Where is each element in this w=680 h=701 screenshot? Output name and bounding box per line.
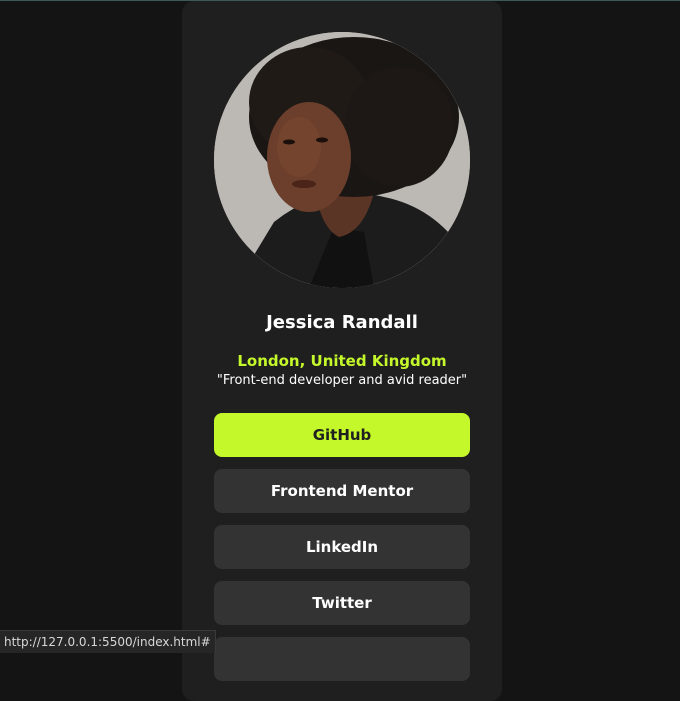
partial-link-button[interactable] (214, 637, 470, 681)
github-link-button[interactable]: GitHub (214, 413, 470, 457)
social-links-list: GitHub Frontend Mentor LinkedIn Twitter (214, 413, 470, 693)
status-bar-url: http://127.0.0.1:5500/index.html# (0, 630, 216, 653)
profile-location: London, United Kingdom (237, 352, 447, 370)
twitter-link-button[interactable]: Twitter (214, 581, 470, 625)
linkedin-link-button[interactable]: LinkedIn (214, 525, 470, 569)
profile-card: Jessica Randall London, United Kingdom "… (182, 1, 502, 701)
profile-bio: "Front-end developer and avid reader" (216, 373, 468, 388)
avatar-portrait-image (214, 32, 470, 288)
profile-name: Jessica Randall (266, 312, 418, 333)
frontend-mentor-link-button[interactable]: Frontend Mentor (214, 469, 470, 513)
avatar (214, 32, 470, 288)
